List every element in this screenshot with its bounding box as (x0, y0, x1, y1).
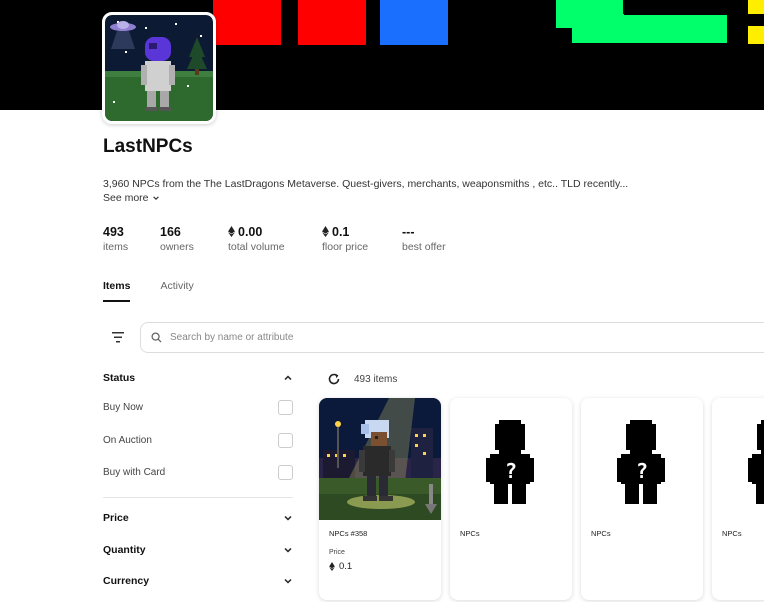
collection-page: LastNPCs 3,960 NPCs from the The LastDra… (0, 0, 764, 602)
nft-name: NPCs #358 (329, 529, 368, 538)
stat-label: owners (160, 241, 194, 253)
mystery-silhouette-image: ? (581, 398, 703, 520)
search-input[interactable] (170, 332, 670, 343)
filter-option-buy-now[interactable]: Buy Now (103, 400, 293, 415)
banner-red-block (298, 0, 366, 45)
stat-label: best offer (402, 241, 446, 253)
banner-blue-block (380, 0, 448, 45)
svg-text:?: ? (505, 459, 517, 483)
banner-yellow-block (748, 26, 764, 44)
ethereum-icon (228, 226, 235, 237)
chevron-down-icon (284, 515, 292, 521)
stat-value-wrap: 0.00 (228, 224, 322, 239)
nft-image (319, 398, 441, 520)
filter-price-label: Price (103, 512, 129, 524)
nft-price-value: 0.1 (339, 561, 353, 572)
filter-currency-header[interactable]: Currency (103, 575, 293, 587)
collection-avatar (102, 12, 216, 124)
filter-price-header[interactable]: Price (103, 512, 293, 524)
stat-value: 0.1 (332, 224, 350, 239)
filter-option-label: Buy Now (103, 402, 144, 413)
banner-yellow-block (748, 0, 764, 14)
svg-text:?: ? (636, 459, 648, 483)
mystery-silhouette-image: ? (712, 398, 764, 520)
nft-name: NPCs (722, 529, 742, 538)
results-count: 493 items (354, 374, 398, 385)
nft-card[interactable]: ? NPCs (450, 398, 572, 600)
chevron-down-icon (284, 547, 292, 553)
buy-now-checkbox[interactable] (278, 400, 293, 415)
tab-activity[interactable]: Activity (160, 280, 193, 302)
collection-stats: 493 items 166 owners 0.00 total volume 0… (103, 224, 472, 254)
sidebar-divider (103, 497, 293, 498)
stat-label: items (103, 241, 129, 253)
buy-with-card-checkbox[interactable] (278, 465, 293, 480)
chevron-down-icon (152, 196, 159, 200)
nft-card[interactable]: NPCs #358 Price 0.1 (319, 398, 441, 600)
stat-value: --- (402, 224, 415, 239)
nft-name: NPCs (591, 529, 611, 538)
search-icon (151, 332, 162, 343)
search-box (140, 322, 764, 353)
nft-name: NPCs (460, 529, 480, 538)
ethereum-icon (322, 226, 329, 237)
stat-value: 493 (103, 224, 124, 239)
filter-status-label: Status (103, 372, 136, 384)
stat-best-offer: --- best offer (402, 224, 472, 254)
refresh-icon[interactable] (327, 372, 341, 386)
nft-price: 0.1 (329, 561, 352, 572)
stat-total-volume: 0.00 total volume (228, 224, 322, 254)
stat-value: 0.00 (238, 224, 263, 239)
filter-status-header[interactable]: Status (103, 372, 293, 384)
banner-green-block (572, 15, 727, 43)
banner-red-block (213, 0, 281, 45)
nft-card[interactable]: ? NPCs (712, 398, 764, 600)
filter-option-buy-with-card[interactable]: Buy with Card (103, 465, 293, 480)
filter-option-label: Buy with Card (103, 467, 166, 478)
stat-label: total volume (228, 241, 285, 253)
stat-label: floor price (322, 241, 369, 253)
mystery-silhouette-image: ? (450, 398, 572, 520)
collection-description: 3,960 NPCs from the The LastDragons Meta… (103, 178, 629, 190)
filter-option-label: On Auction (103, 435, 152, 446)
nft-price-label: Price (329, 549, 345, 556)
filter-option-on-auction[interactable]: On Auction (103, 433, 293, 448)
stat-floor-price: 0.1 floor price (322, 224, 402, 254)
stat-value-wrap: 0.1 (322, 224, 402, 239)
filter-quantity-label: Quantity (103, 544, 146, 556)
avatar-image (105, 15, 213, 121)
filter-currency-label: Currency (103, 575, 150, 587)
see-more-link[interactable]: See more (103, 192, 160, 204)
collection-tabs: Items Activity (103, 280, 194, 302)
banner-gap (623, 0, 708, 14)
stat-value: 166 (160, 224, 181, 239)
collection-title: LastNPCs (103, 136, 193, 157)
nft-card[interactable]: ? NPCs (581, 398, 703, 600)
tab-items[interactable]: Items (103, 280, 131, 302)
ethereum-icon (329, 562, 335, 571)
see-more-label: See more (103, 192, 149, 204)
chevron-down-icon (284, 578, 292, 584)
filter-quantity-header[interactable]: Quantity (103, 544, 293, 556)
stat-owners: 166 owners (160, 224, 228, 254)
stat-items: 493 items (103, 224, 160, 254)
filter-icon (112, 332, 124, 343)
on-auction-checkbox[interactable] (278, 433, 293, 448)
filter-toggle-button[interactable] (108, 328, 128, 346)
chevron-up-icon (284, 375, 292, 381)
